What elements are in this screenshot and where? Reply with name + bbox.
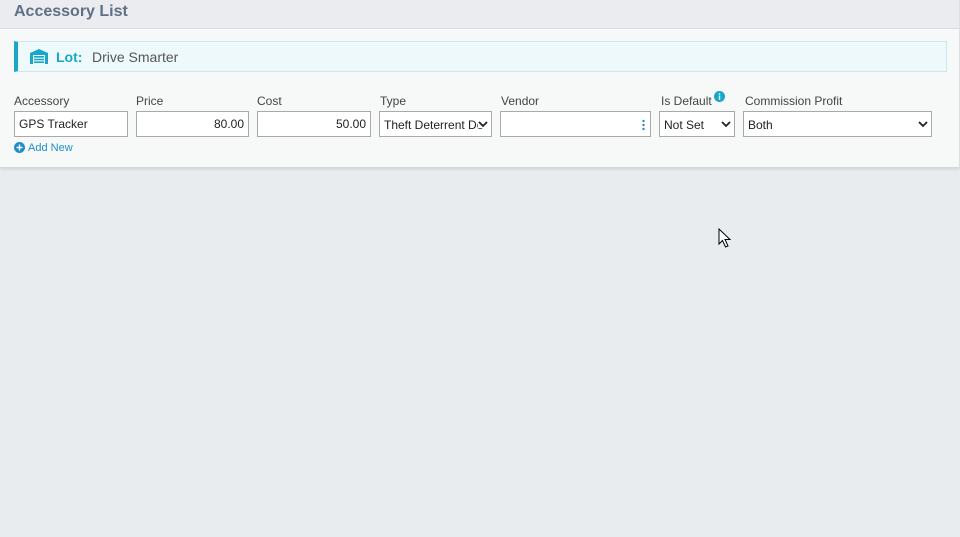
chevron-down-icon [918,121,928,128]
is-default-column-label: Is Default [661,94,712,108]
price-column-label: Price [136,94,164,108]
chevron-down-icon [478,121,488,128]
vendor-lookup-field[interactable] [500,111,651,137]
lot-label: Lot: [56,49,83,65]
warehouse-icon [30,49,48,64]
type-select[interactable]: Theft Deterrent De [379,111,492,137]
vendor-column-label: Vendor [501,94,540,108]
accessory-name-input[interactable] [14,111,128,137]
mouse-pointer-icon [718,228,732,248]
accessory-list-panel: Accessory List Lot: Drive Smarter Access… [0,0,960,168]
info-icon[interactable] [714,91,725,102]
is-default-select[interactable]: Not Set [659,111,735,137]
type-column-label: Type [380,94,407,108]
lot-banner: Lot: Drive Smarter [14,41,947,72]
commission-profit-column-label: Commission Profit [745,94,843,108]
lot-name: Drive Smarter [92,49,179,65]
chevron-down-icon [721,121,731,128]
plus-circle-icon [14,142,25,153]
panel-header: Accessory List [0,0,959,29]
cost-input[interactable] [257,111,371,137]
commission-profit-select[interactable]: Both [743,111,932,137]
commission-profit-value: Both [748,118,773,132]
page-title: Accessory List [14,3,128,20]
cost-column-label: Cost [257,94,282,108]
accessory-column-label: Accessory [14,94,70,108]
more-options-icon[interactable] [642,119,645,131]
type-select-value: Theft Deterrent De [384,118,484,132]
price-input[interactable] [136,111,249,137]
is-default-value: Not Set [664,118,705,132]
add-new-label: Add New [28,142,73,154]
